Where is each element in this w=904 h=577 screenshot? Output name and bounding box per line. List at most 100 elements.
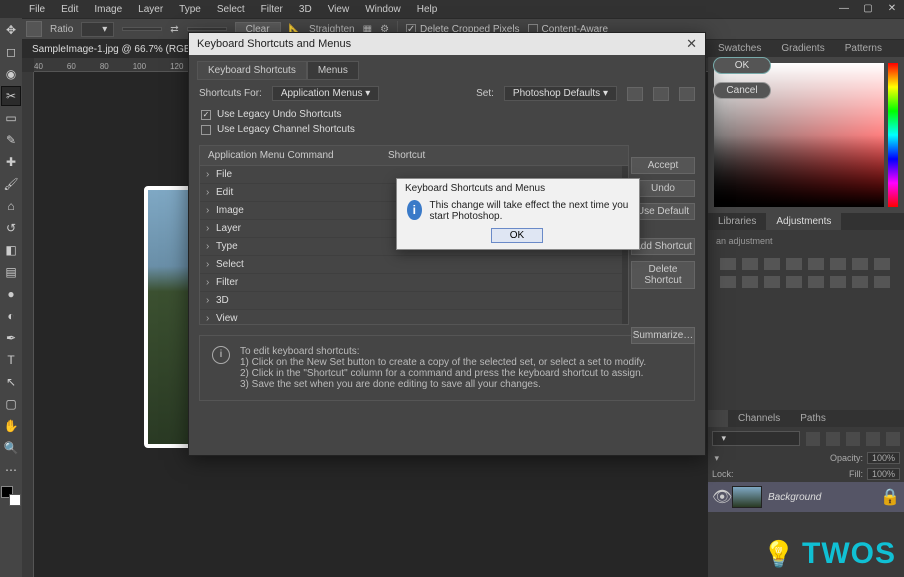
menu-image[interactable]: Image xyxy=(87,2,129,17)
crop-tool[interactable]: ✂ xyxy=(1,86,21,106)
blend-mode-dropdown[interactable]: ▾ xyxy=(712,453,719,464)
menu-select[interactable]: Select xyxy=(210,2,252,17)
adj-brightness-icon[interactable] xyxy=(720,258,736,270)
opacity-value[interactable]: 100% xyxy=(867,452,900,464)
new-set-icon[interactable] xyxy=(653,87,669,101)
lock-all-icon[interactable] xyxy=(770,468,782,480)
edit-toolbar[interactable]: ⋯ xyxy=(1,460,21,480)
adj-hue-icon[interactable] xyxy=(830,258,846,270)
shape-tool[interactable]: ▢ xyxy=(1,394,21,414)
adj-bw-icon[interactable] xyxy=(874,258,890,270)
zoom-tool[interactable]: 🔍 xyxy=(1,438,21,458)
hue-strip[interactable] xyxy=(888,63,898,207)
accept-button[interactable]: Accept xyxy=(631,157,695,174)
add-shortcut-button[interactable]: Add Shortcut xyxy=(631,238,695,255)
dialog-cancel-button[interactable]: Cancel xyxy=(713,82,771,99)
hand-tool[interactable]: ✋ xyxy=(1,416,21,436)
visibility-icon[interactable]: 👁 xyxy=(712,487,726,507)
adj-levels-icon[interactable] xyxy=(742,258,758,270)
dialog-close-icon[interactable]: ✕ xyxy=(686,36,697,52)
tab-gradients[interactable]: Gradients xyxy=(771,40,834,57)
use-default-button[interactable]: Use Default xyxy=(631,203,695,220)
adj-lookup-icon[interactable] xyxy=(764,276,780,288)
summarize-button[interactable]: Summarize… xyxy=(631,327,695,344)
tab-swatches[interactable]: Swatches xyxy=(708,40,771,57)
use-legacy-undo-checkbox[interactable]: ✓Use Legacy Undo Shortcuts xyxy=(189,107,705,122)
tab-paths[interactable]: Paths xyxy=(790,410,836,427)
filter-type-icon[interactable] xyxy=(846,432,860,446)
save-set-icon[interactable] xyxy=(627,87,643,101)
adj-gradientmap-icon[interactable] xyxy=(852,276,868,288)
marquee-tool[interactable]: ◻ xyxy=(1,42,21,62)
adj-photofilter-icon[interactable] xyxy=(720,276,736,288)
menu-3d[interactable]: 3D xyxy=(292,2,319,17)
adj-threshold-icon[interactable] xyxy=(830,276,846,288)
menu-view[interactable]: View xyxy=(321,2,357,17)
type-tool[interactable]: T xyxy=(1,350,21,370)
set-dropdown[interactable]: Photoshop Defaults ▾ xyxy=(504,86,617,101)
tab-adjustments[interactable]: Adjustments xyxy=(766,213,841,230)
menu-help[interactable]: Help xyxy=(410,2,445,17)
lock-pixels-icon[interactable] xyxy=(738,468,750,480)
menu-edit[interactable]: Edit xyxy=(54,2,85,17)
lasso-tool[interactable]: ◉ xyxy=(1,64,21,84)
tab-channels[interactable]: Channels xyxy=(728,410,790,427)
maximize-button[interactable]: ▢ xyxy=(856,0,880,18)
tab-keyboard-shortcuts[interactable]: Keyboard Shortcuts xyxy=(197,61,307,80)
dodge-tool[interactable]: ◐ xyxy=(1,306,21,326)
menu-window[interactable]: Window xyxy=(358,2,408,17)
alert-ok-button[interactable]: OK xyxy=(491,228,543,243)
healing-tool[interactable]: ✚ xyxy=(1,152,21,172)
blur-tool[interactable]: ● xyxy=(1,284,21,304)
filter-shape-icon[interactable] xyxy=(866,432,880,446)
stamp-tool[interactable]: ⌂ xyxy=(1,196,21,216)
minimize-button[interactable]: — xyxy=(832,0,856,18)
undo-button[interactable]: Undo xyxy=(631,180,695,197)
delete-shortcut-button[interactable]: Delete Shortcut xyxy=(631,261,695,289)
menu-file[interactable]: File xyxy=(22,2,52,17)
menu-layer[interactable]: Layer xyxy=(131,2,170,17)
brush-tool[interactable]: 🖌 xyxy=(1,174,21,194)
fg-bg-colors[interactable] xyxy=(1,486,21,506)
tab-patterns[interactable]: Patterns xyxy=(835,40,892,57)
adj-posterize-icon[interactable] xyxy=(808,276,824,288)
tab-menus[interactable]: Menus xyxy=(307,61,359,80)
layer-filter-dropdown[interactable]: ▾ xyxy=(712,431,800,446)
history-brush-tool[interactable]: ↺ xyxy=(1,218,21,238)
adj-selective-icon[interactable] xyxy=(874,276,890,288)
adj-channelmixer-icon[interactable] xyxy=(742,276,758,288)
eyedropper-tool[interactable]: ✎ xyxy=(1,130,21,150)
use-legacy-channel-checkbox[interactable]: Use Legacy Channel Shortcuts xyxy=(189,122,705,137)
filter-image-icon[interactable] xyxy=(806,432,820,446)
lock-icon[interactable]: 🔒 xyxy=(880,487,900,507)
adj-colorbalance-icon[interactable] xyxy=(852,258,868,270)
frame-tool[interactable]: ▭ xyxy=(1,108,21,128)
dialog-ok-button[interactable]: OK xyxy=(713,57,771,74)
filter-adjust-icon[interactable] xyxy=(826,432,840,446)
eraser-tool[interactable]: ◧ xyxy=(1,240,21,260)
filter-smart-icon[interactable] xyxy=(886,432,900,446)
menu-type[interactable]: Type xyxy=(172,2,208,17)
shortcuts-for-dropdown[interactable]: Application Menus ▾ xyxy=(272,86,380,101)
ratio-dropdown[interactable]: ▾ xyxy=(81,22,114,37)
gradient-tool[interactable]: ▤ xyxy=(1,262,21,282)
tab-layers[interactable] xyxy=(708,410,728,427)
swap-icon[interactable]: ⇄ xyxy=(170,24,178,35)
delete-set-icon[interactable] xyxy=(679,87,695,101)
layer-row-background[interactable]: 👁 Background 🔒 xyxy=(708,482,904,512)
adj-exposure-icon[interactable] xyxy=(786,258,802,270)
path-tool[interactable]: ↖ xyxy=(1,372,21,392)
close-button[interactable]: ✕ xyxy=(880,0,904,18)
menu-filter[interactable]: Filter xyxy=(254,2,290,17)
fill-value[interactable]: 100% xyxy=(867,468,900,480)
adj-invert-icon[interactable] xyxy=(786,276,802,288)
dialog-titlebar[interactable]: Keyboard Shortcuts and Menus ✕ xyxy=(189,33,705,55)
adj-curves-icon[interactable] xyxy=(764,258,780,270)
pen-tool[interactable]: ✒ xyxy=(1,328,21,348)
adj-vibrance-icon[interactable] xyxy=(808,258,824,270)
ratio-h-field[interactable] xyxy=(187,27,227,31)
ratio-w-field[interactable] xyxy=(122,27,162,31)
lock-position-icon[interactable] xyxy=(754,468,766,480)
move-tool[interactable]: ✥ xyxy=(1,20,21,40)
tab-libraries[interactable]: Libraries xyxy=(708,213,766,230)
